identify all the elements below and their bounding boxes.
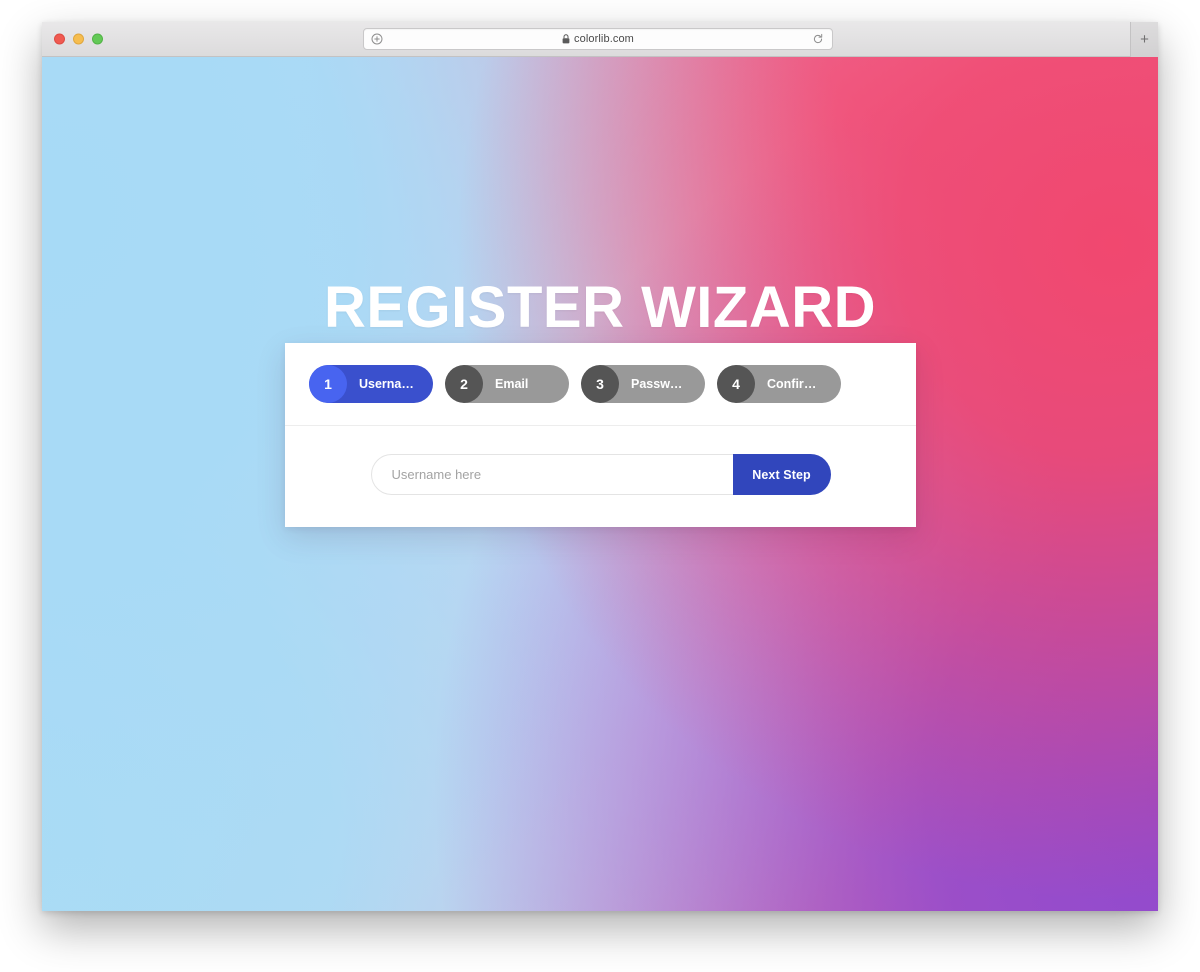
address-bar-url: colorlib.com: [574, 33, 634, 45]
address-bar-content: colorlib.com: [562, 33, 634, 45]
page-viewport: REGISTER WIZARD 1 Username 2 Email 3 Pas…: [42, 57, 1158, 911]
new-tab-button[interactable]: +: [1134, 29, 1156, 51]
address-bar[interactable]: colorlib.com: [363, 28, 833, 50]
step-number-badge: 1: [309, 365, 347, 403]
step-label: Password: [631, 377, 689, 391]
next-step-button[interactable]: Next Step: [732, 454, 831, 495]
page-title: REGISTER WIZARD: [323, 275, 877, 340]
reload-icon[interactable]: [812, 33, 824, 45]
wizard-step-password[interactable]: 3 Password: [581, 365, 705, 403]
tab-strip-end: +: [1130, 22, 1158, 57]
step-label: Username: [359, 377, 417, 391]
step-label: Confirm Pas...: [767, 377, 825, 391]
wizard-step-username[interactable]: 1 Username: [309, 365, 433, 403]
step-label: Email: [495, 377, 529, 391]
wizard-form: Next Step: [285, 426, 916, 527]
close-window-button[interactable]: [54, 33, 65, 45]
lock-icon: [562, 34, 570, 44]
minimize-window-button[interactable]: [73, 33, 84, 45]
wizard-step-confirm-password[interactable]: 4 Confirm Pas...: [717, 365, 841, 403]
step-number-badge: 3: [581, 365, 619, 403]
step-number-badge: 2: [445, 365, 483, 403]
username-input-group: Next Step: [370, 454, 831, 495]
window-controls: [54, 33, 103, 45]
wizard-steps: 1 Username 2 Email 3 Password 4 Confirm …: [285, 343, 916, 426]
step-number-badge: 4: [717, 365, 755, 403]
wizard-card: 1 Username 2 Email 3 Password 4 Confirm …: [285, 343, 916, 527]
username-input[interactable]: [370, 454, 733, 495]
browser-titlebar: colorlib.com +: [42, 22, 1158, 57]
browser-window: colorlib.com + REGISTER WIZARD 1 Usernam…: [42, 22, 1158, 911]
info-circle-icon[interactable]: [371, 33, 383, 45]
wizard-step-email[interactable]: 2 Email: [445, 365, 569, 403]
maximize-window-button[interactable]: [92, 33, 103, 45]
